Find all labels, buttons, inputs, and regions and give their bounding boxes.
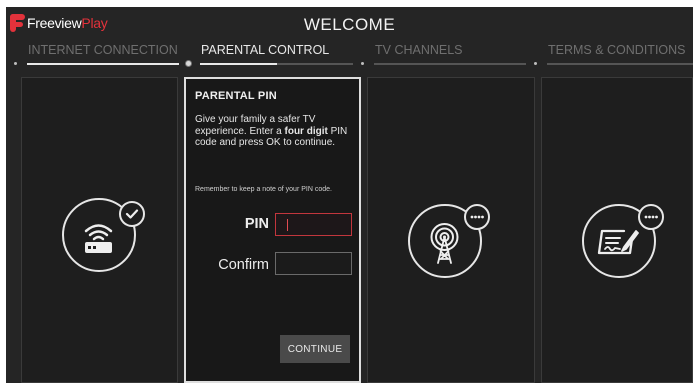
step-tv-channels: TV CHANNELS (375, 43, 463, 57)
parental-pin-card: PARENTAL PIN Give your family a safer TV… (184, 77, 361, 383)
step-internet-connection: INTERNET CONNECTION (28, 43, 178, 57)
pin-label: PIN (244, 216, 269, 232)
continue-button[interactable]: CONTINUE (280, 335, 350, 363)
more-dots-icon (470, 215, 484, 219)
current-step-dot (186, 61, 191, 66)
terms-badge (638, 204, 664, 230)
step-terms-conditions: TERMS & CONDITIONS (548, 43, 686, 57)
progress-track-parental (200, 63, 353, 65)
progress-fill-parental (200, 63, 277, 65)
setup-screen: FreeviewPlay WELCOME INTERNET CONNECTION… (6, 7, 693, 383)
checkmark-icon (125, 209, 139, 219)
tv-channels-card[interactable] (367, 77, 535, 383)
step-dot (361, 62, 364, 65)
terms-conditions-card[interactable] (541, 77, 693, 383)
internet-connection-card[interactable] (21, 77, 178, 383)
parental-pin-description: Give your family a safer TV experience. … (195, 114, 348, 148)
parental-pin-title: PARENTAL PIN (195, 90, 277, 102)
confirm-pin-input[interactable] (275, 252, 352, 275)
progress-track-channels (374, 63, 526, 65)
text-caret (287, 219, 288, 231)
more-dots-icon (644, 215, 658, 219)
step-parental-control: PARENTAL CONTROL (201, 43, 330, 57)
tv-channels-badge (464, 204, 490, 230)
pin-input[interactable] (275, 213, 352, 236)
internet-badge (119, 201, 145, 227)
step-dot (14, 62, 17, 65)
progress-track-internet (27, 63, 179, 65)
pin-reminder-note: Remember to keep a note of your PIN code… (195, 186, 332, 193)
progress-track-terms (547, 63, 693, 65)
step-dot (534, 62, 537, 65)
confirm-label: Confirm (218, 257, 269, 273)
page-title: WELCOME (303, 15, 396, 34)
